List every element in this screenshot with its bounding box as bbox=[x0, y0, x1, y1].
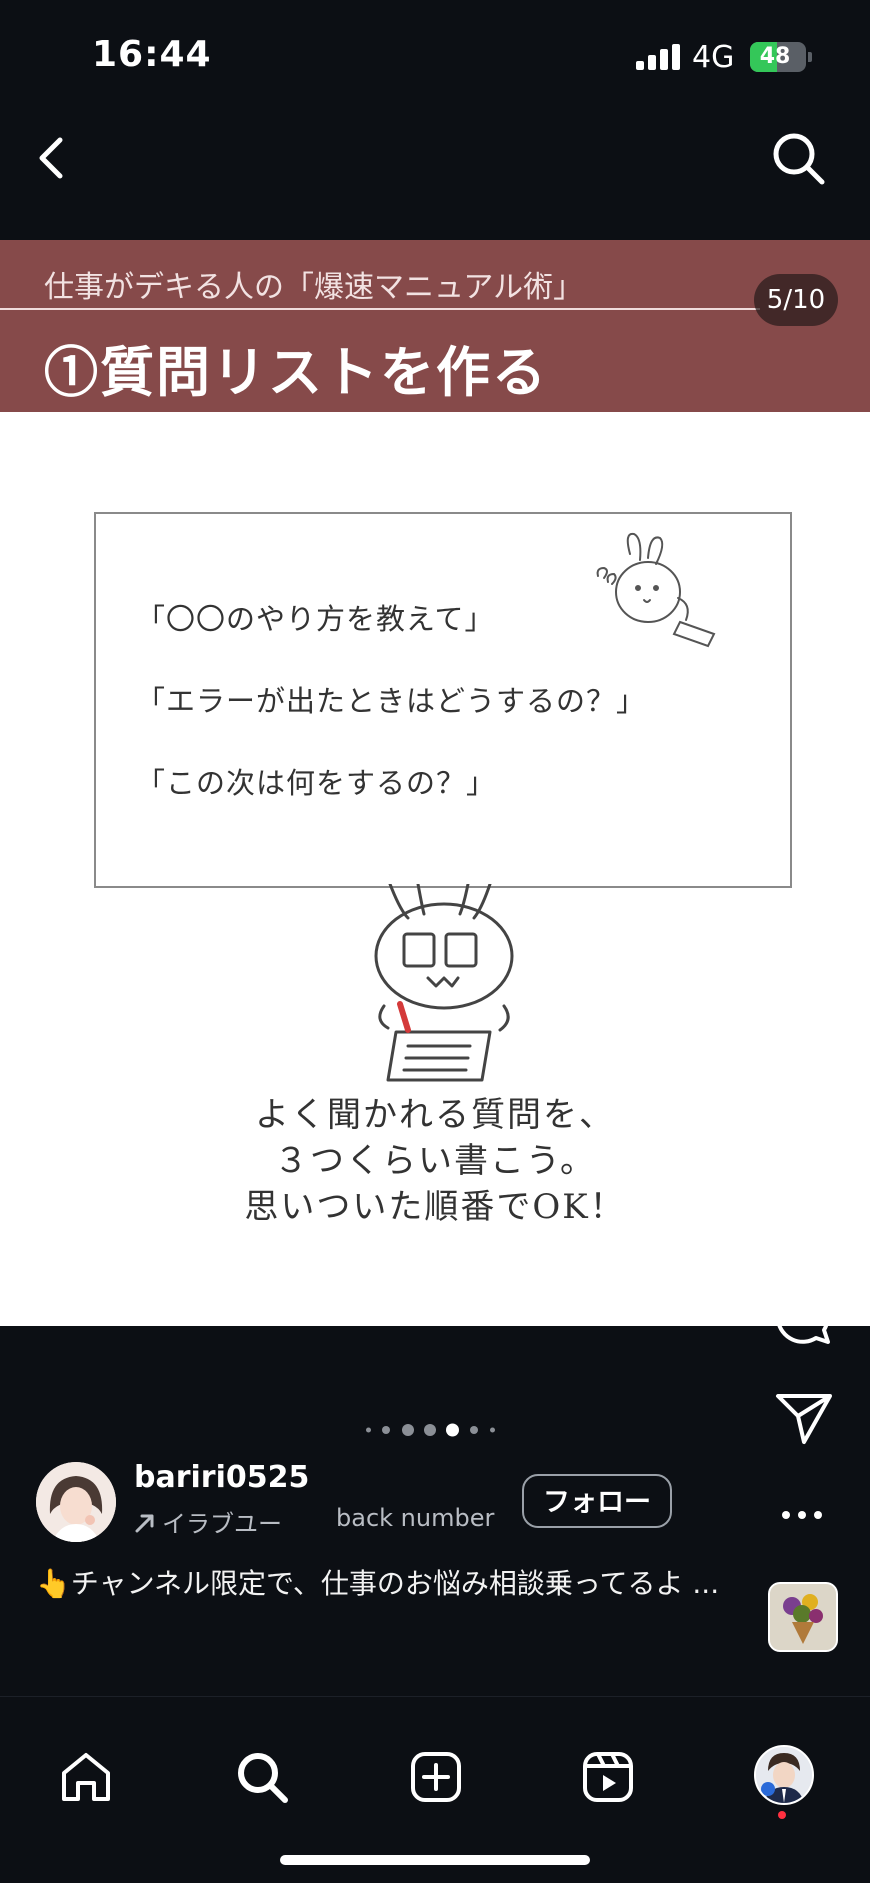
search-icon bbox=[773, 133, 825, 185]
signal-icon bbox=[636, 44, 680, 70]
nav-reels[interactable] bbox=[580, 1749, 636, 1805]
search-button[interactable] bbox=[768, 128, 828, 188]
plus-square-icon bbox=[411, 1752, 461, 1802]
post-banner: 仕事がデキる人の「爆速マニュアル術」 ①質問リストを作る bbox=[0, 240, 870, 412]
send-icon bbox=[776, 1394, 832, 1444]
battery-cap bbox=[808, 52, 812, 62]
carousel-dot bbox=[366, 1427, 371, 1433]
more-icon bbox=[782, 1511, 822, 1519]
post-image[interactable]: 仕事がデキる人の「爆速マニュアル術」 ①質問リストを作る 5/10 「〇〇のやり… bbox=[0, 240, 870, 1326]
search-icon bbox=[238, 1753, 288, 1803]
audio-song[interactable]: back number bbox=[336, 1504, 496, 1532]
flower-bouquet-icon bbox=[770, 1584, 836, 1650]
home-icon bbox=[62, 1753, 110, 1801]
caption-line: よく聞かれる質問を、 bbox=[255, 1095, 615, 1135]
audio-label[interactable]: イラブユー bbox=[134, 1504, 282, 1539]
like-button[interactable] bbox=[768, 1126, 832, 1186]
status-time: 16:44 bbox=[92, 34, 212, 75]
carousel-dot bbox=[402, 1424, 414, 1436]
notification-dot bbox=[778, 1811, 786, 1819]
caption-line: 思いついた順番でOK！ bbox=[244, 1187, 626, 1227]
carousel-dot bbox=[424, 1424, 436, 1436]
battery-icon: 48 bbox=[750, 42, 806, 72]
comment-button[interactable] bbox=[772, 1286, 832, 1346]
audio-thumbnail[interactable] bbox=[768, 1582, 838, 1652]
question-item: 「この次は何をするの？」 bbox=[136, 766, 497, 800]
bottom-nav bbox=[0, 1696, 870, 1883]
battery-level: 48 bbox=[759, 44, 791, 69]
post-description[interactable]: 👆チャンネル限定で、仕事のお悩み相談乗ってるよ ... bbox=[36, 1562, 726, 1606]
avatar-image bbox=[36, 1462, 116, 1542]
banner-subtitle: 仕事がデキる人の「爆速マニュアル術」 bbox=[44, 270, 584, 305]
post-caption: よく聞かれる質問を、 ３つくらい書こう。 思いついた順番でOK！ bbox=[0, 1092, 870, 1230]
comment-icon bbox=[775, 1289, 830, 1344]
rabbit-writing-illustration bbox=[374, 884, 514, 1082]
follow-button[interactable]: フォロー bbox=[522, 1474, 672, 1528]
heart-icon bbox=[770, 1128, 830, 1182]
nav-search[interactable] bbox=[234, 1749, 290, 1805]
back-button[interactable] bbox=[30, 130, 74, 186]
chevron-left-icon bbox=[39, 137, 63, 179]
author-avatar[interactable] bbox=[36, 1462, 116, 1542]
caption-line: ３つくらい書こう。 bbox=[274, 1141, 596, 1181]
network-type: 4G bbox=[692, 40, 735, 75]
author-username[interactable]: bariri0525 bbox=[134, 1460, 309, 1495]
banner-title: ①質問リストを作る bbox=[44, 340, 548, 404]
carousel-indicator bbox=[360, 1422, 510, 1438]
carousel-dot bbox=[382, 1426, 390, 1434]
profile-image bbox=[756, 1747, 812, 1803]
trending-arrow-icon bbox=[135, 1514, 154, 1533]
question-item: 「〇〇のやり方を教えて」 bbox=[136, 602, 495, 636]
carousel-dot-active bbox=[446, 1423, 459, 1437]
banner-divider bbox=[0, 308, 760, 310]
home-indicator bbox=[280, 1855, 590, 1865]
carousel-dot bbox=[470, 1426, 478, 1434]
rabbit-illustration bbox=[596, 532, 716, 648]
page-indicator: 5/10 bbox=[754, 274, 838, 326]
nav-create[interactable] bbox=[408, 1749, 464, 1805]
nav-home[interactable] bbox=[58, 1749, 114, 1805]
audio-name: イラブユー bbox=[162, 1510, 282, 1538]
reels-icon bbox=[583, 1752, 633, 1802]
question-item: 「エラーが出たときはどうするの？」 bbox=[136, 684, 647, 718]
share-button[interactable] bbox=[774, 1390, 834, 1446]
more-button[interactable] bbox=[778, 1500, 826, 1530]
question-box: 「〇〇のやり方を教えて」 「エラーが出たときはどうするの？」 「この次は何をする… bbox=[94, 512, 792, 888]
carousel-dot bbox=[490, 1427, 495, 1433]
nav-profile-avatar[interactable] bbox=[754, 1745, 814, 1805]
